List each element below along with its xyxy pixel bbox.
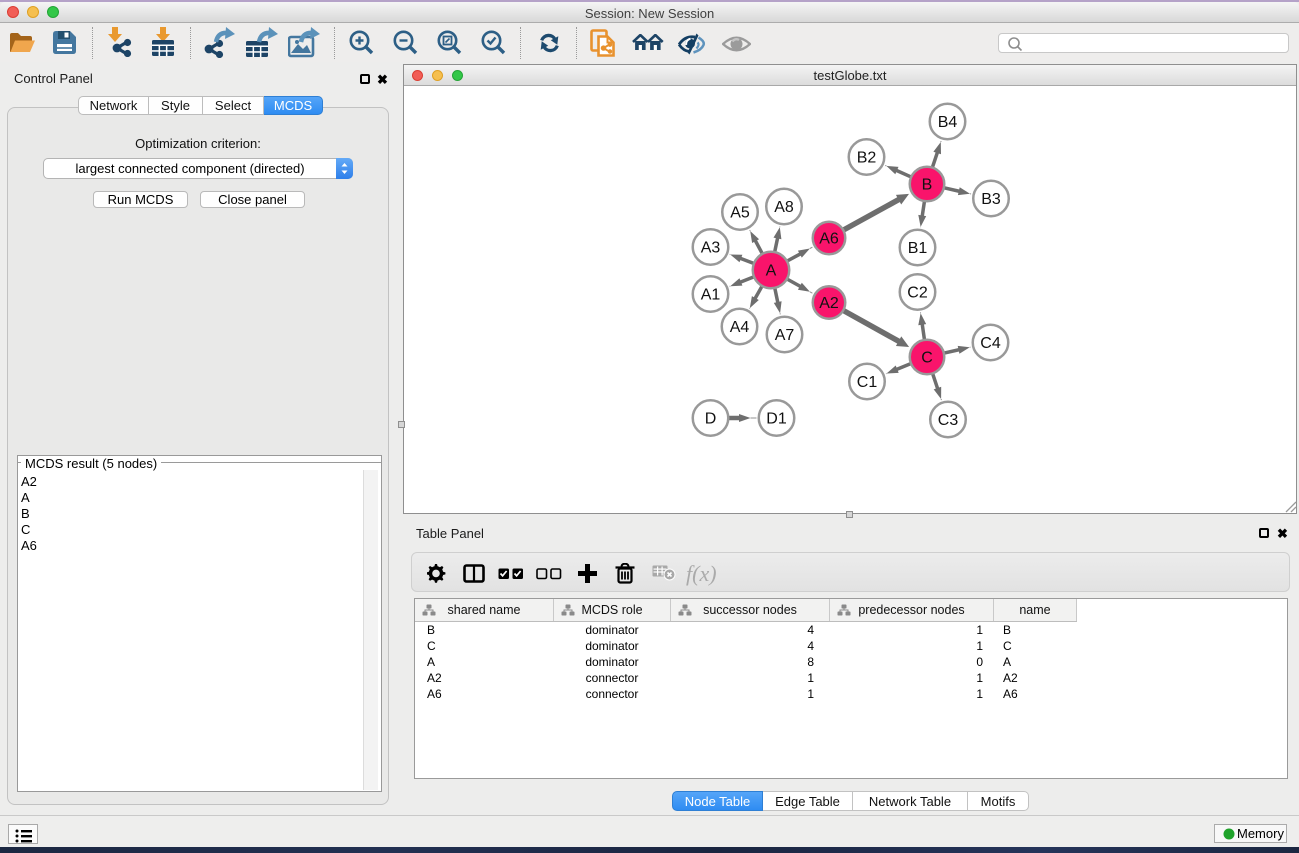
svg-text:B3: B3 <box>981 191 1001 208</box>
svg-text:A8: A8 <box>774 199 794 216</box>
svg-text:C3: C3 <box>938 412 959 429</box>
svg-text:C2: C2 <box>907 285 928 302</box>
svg-text:A7: A7 <box>775 327 795 344</box>
svg-text:A6: A6 <box>819 231 839 248</box>
svg-text:C4: C4 <box>980 335 1001 352</box>
svg-text:B: B <box>922 177 933 194</box>
svg-text:D1: D1 <box>766 411 787 428</box>
svg-text:A3: A3 <box>701 240 721 257</box>
svg-text:A4: A4 <box>730 319 750 336</box>
svg-text:D: D <box>705 411 717 428</box>
svg-text:B2: B2 <box>857 150 877 167</box>
svg-text:C1: C1 <box>857 374 878 391</box>
svg-text:B4: B4 <box>938 114 958 131</box>
svg-text:B1: B1 <box>908 240 928 257</box>
svg-text:A: A <box>766 263 777 280</box>
svg-text:C: C <box>921 350 933 367</box>
svg-text:A2: A2 <box>819 295 839 312</box>
svg-text:A5: A5 <box>730 205 750 222</box>
svg-text:A1: A1 <box>701 287 721 304</box>
